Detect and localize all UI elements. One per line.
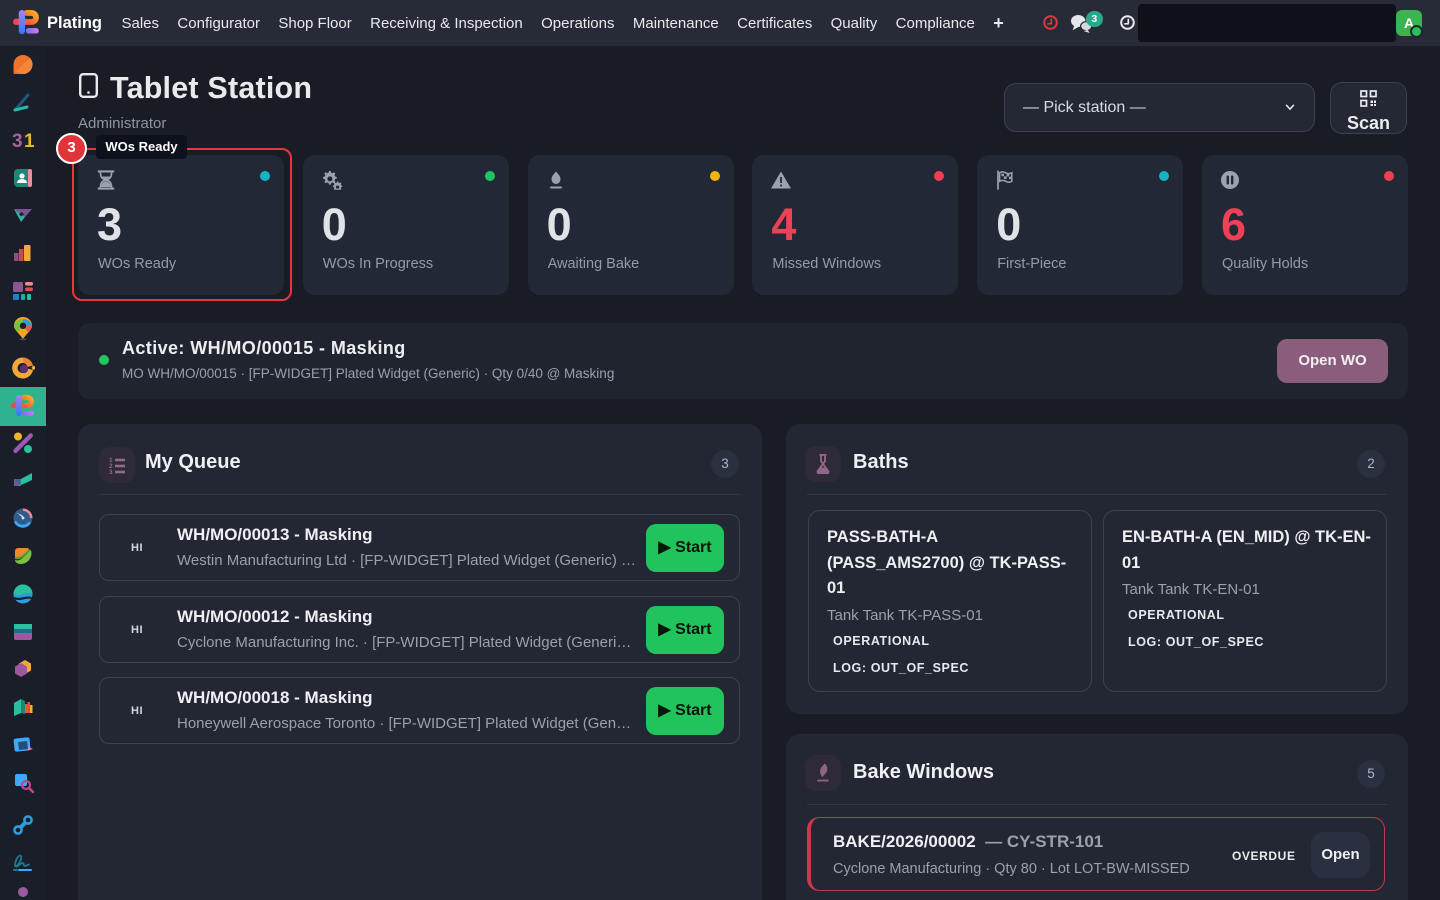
svg-text:3: 3	[12, 131, 23, 152]
svg-text:3: 3	[109, 469, 113, 474]
svg-text:1: 1	[24, 131, 35, 152]
